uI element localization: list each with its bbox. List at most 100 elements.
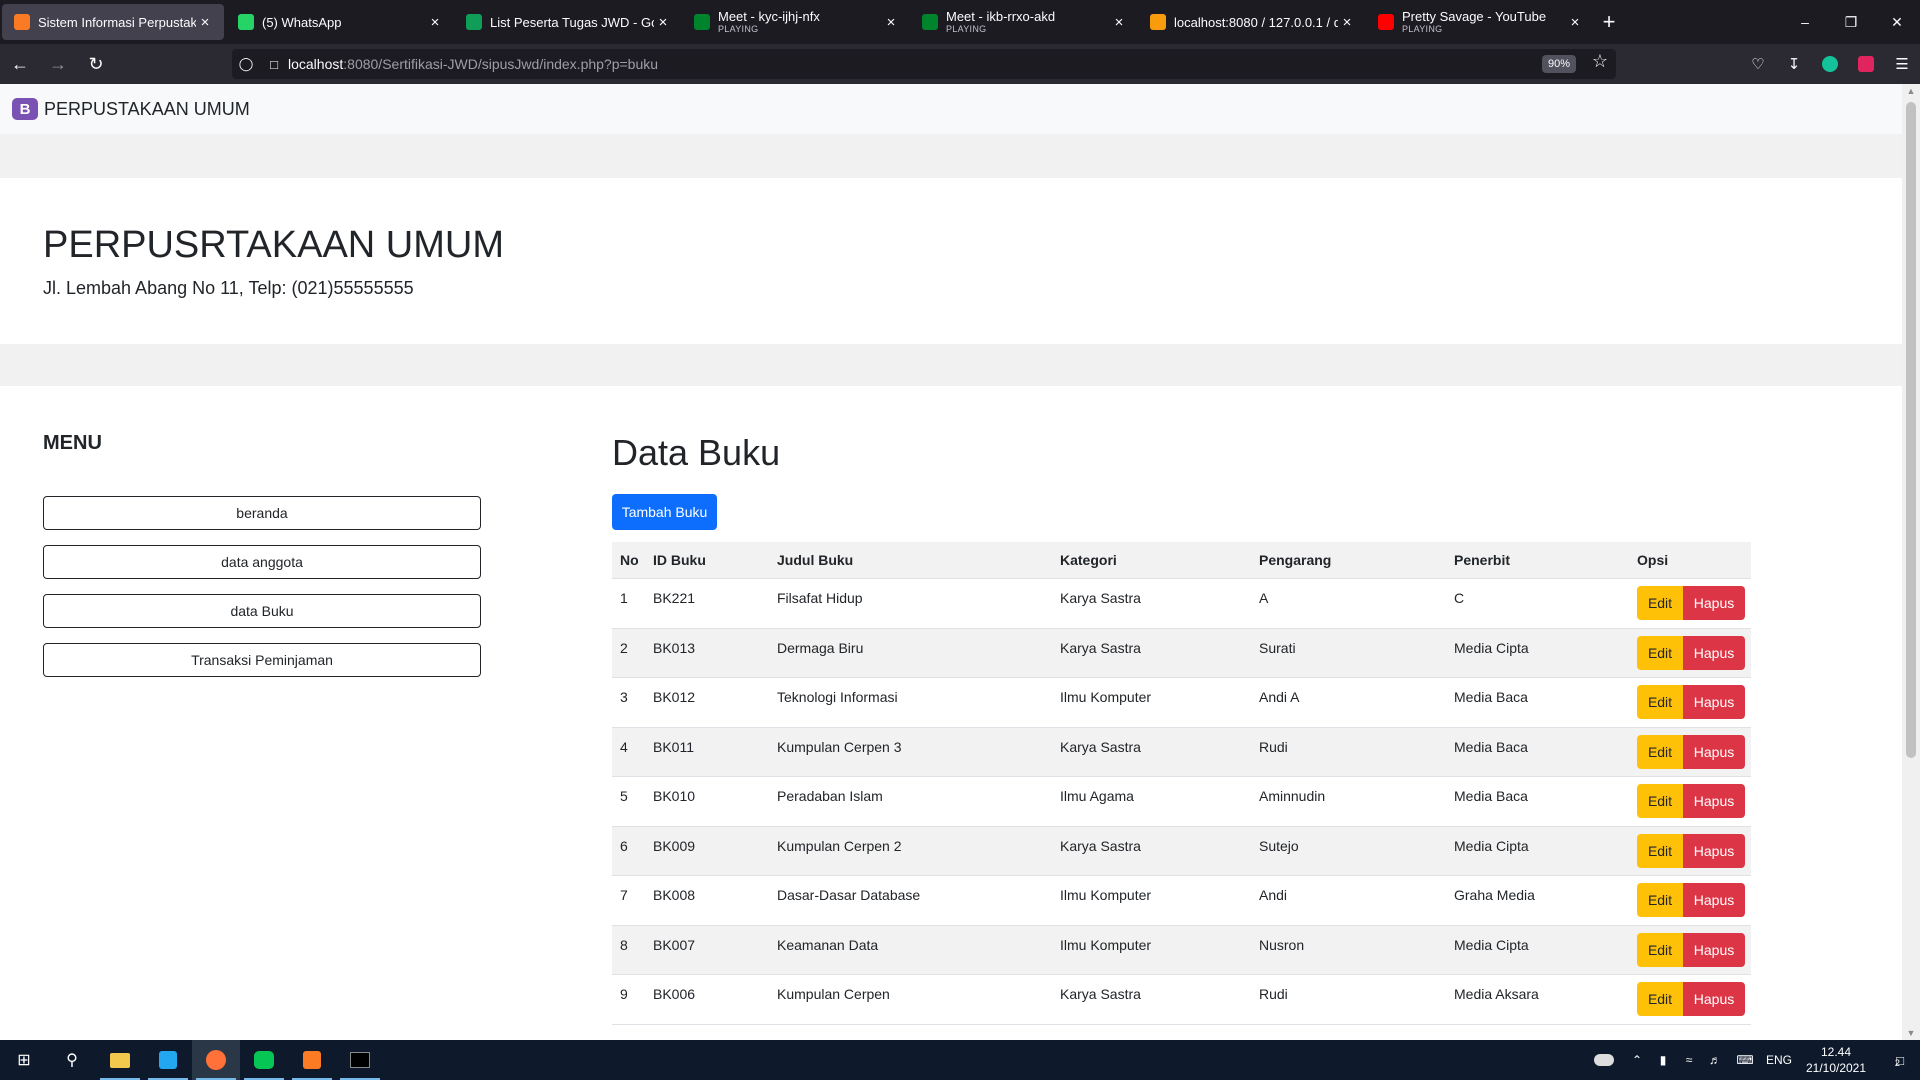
onedrive-icon[interactable] (1584, 1054, 1624, 1066)
delete-button[interactable]: Hapus (1683, 883, 1745, 917)
tab-label: Sistem Informasi Perpustakaan (38, 15, 196, 30)
grammarly-icon[interactable] (1812, 44, 1848, 84)
edit-button[interactable]: Edit (1637, 734, 1683, 769)
tab-title: Pretty Savage - YouTube (1402, 9, 1547, 24)
firefox-icon[interactable] (192, 1040, 240, 1080)
cell-penerbit: C (1454, 590, 1465, 606)
tab-label: localhost:8080 / 127.0.0.1 / dbp (1174, 15, 1338, 30)
cell-opsi: Edit Hapus (1629, 629, 1751, 678)
chevron-up-icon[interactable]: ⌃ (1624, 1053, 1650, 1067)
edit-button[interactable]: Edit (1637, 685, 1683, 719)
browser-tab[interactable]: localhost:8080 / 127.0.0.1 / dbp × (1138, 0, 1366, 44)
edit-button[interactable]: Edit (1637, 883, 1683, 917)
browser-tab[interactable]: Meet - kyc-ijhj-nfx PLAYING × (682, 0, 910, 44)
cell-opsi: Edit Hapus (1629, 827, 1751, 876)
edit-button[interactable]: Edit (1637, 833, 1683, 868)
close-window-button[interactable]: ✕ (1874, 0, 1920, 44)
close-tab-icon[interactable]: × (1566, 14, 1584, 31)
close-tab-icon[interactable]: × (1338, 14, 1356, 31)
add-book-button[interactable]: Tambah Buku (612, 494, 717, 530)
restore-button[interactable]: ❐ (1828, 0, 1874, 44)
language-indicator[interactable]: ENG (1762, 1053, 1796, 1067)
bootstrap-logo-icon[interactable]: B (12, 98, 38, 120)
cell-id: BK010 (653, 788, 696, 804)
menu-item-button[interactable]: Transaksi Peminjaman (43, 643, 481, 677)
browser-tab[interactable]: Meet - ikb-rrxo-akd PLAYING × (910, 0, 1138, 44)
browser-tab[interactable]: List Peserta Tugas JWD - Google× (454, 0, 682, 44)
wifi-icon[interactable]: ≈ (1676, 1053, 1702, 1067)
edit-button[interactable]: Edit (1637, 932, 1683, 967)
minimize-button[interactable]: – (1782, 0, 1828, 44)
cell-judul: Kumpulan Cerpen (777, 986, 890, 1002)
menu-item-button[interactable]: data anggota (43, 545, 481, 579)
keyboard-icon[interactable]: ⌨ (1728, 1053, 1762, 1067)
close-tab-icon[interactable]: × (426, 14, 444, 31)
menu-item-button[interactable]: beranda (43, 496, 481, 530)
delete-button[interactable]: Hapus (1683, 982, 1745, 1016)
edit-button[interactable]: Edit (1637, 784, 1683, 818)
edit-button[interactable]: Edit (1637, 635, 1683, 670)
delete-button[interactable]: Hapus (1683, 932, 1745, 967)
page-scrollbar[interactable]: ▲ ▼ (1902, 84, 1920, 1040)
file-explorer-icon[interactable] (96, 1040, 144, 1080)
tab-title: Sistem Informasi Perpustakaan (38, 14, 196, 30)
reload-icon[interactable]: ↻ (78, 48, 114, 80)
hamburger-menu-icon[interactable]: ☰ (1884, 44, 1920, 84)
forward-icon[interactable]: → (40, 48, 76, 80)
meet-icon (922, 14, 938, 30)
close-tab-icon[interactable]: × (1110, 14, 1128, 31)
cell-judul: Filsafat Hidup (777, 590, 863, 606)
zoom-level[interactable]: 90% (1541, 55, 1576, 73)
browser-tab[interactable]: Pretty Savage - YouTube PLAYING × (1366, 0, 1594, 44)
cell-id: BK221 (653, 590, 696, 606)
site-navbar: B PERPUSTAKAAN UMUM (0, 84, 1902, 134)
close-tab-icon[interactable]: × (196, 14, 214, 31)
tab-label: Meet - ikb-rrxo-akd PLAYING (946, 9, 1110, 35)
download-icon[interactable]: ↧ (1776, 44, 1812, 84)
navbar-brand[interactable]: PERPUSTAKAAN UMUM (44, 99, 250, 120)
delete-button[interactable]: Hapus (1683, 833, 1745, 868)
delete-button[interactable]: Hapus (1683, 586, 1745, 620)
battery-icon[interactable]: ▮ (1650, 1053, 1676, 1067)
bookmark-star-icon[interactable]: ☆ (1592, 51, 1608, 72)
edit-button[interactable]: Edit (1637, 586, 1683, 620)
delete-button[interactable]: Hapus (1683, 784, 1745, 818)
cell-id: BK013 (653, 639, 696, 656)
browser-tab[interactable]: (5) WhatsApp × (226, 0, 454, 44)
page-icon[interactable]: □ (260, 57, 288, 72)
meet-icon (694, 14, 710, 30)
new-tab-button[interactable]: + (1594, 0, 1624, 44)
delete-button[interactable]: Hapus (1683, 734, 1745, 769)
xampp-icon[interactable] (288, 1040, 336, 1080)
edit-button[interactable]: Edit (1637, 982, 1683, 1016)
pocket-icon[interactable]: ♡ (1740, 44, 1776, 84)
clock[interactable]: 12.44 21/10/2021 (1796, 1044, 1876, 1076)
whatsapp-icon (238, 14, 254, 30)
notification-icon[interactable]: □ 2 (1876, 1052, 1920, 1069)
scroll-down-icon[interactable]: ▼ (1905, 1028, 1917, 1038)
windows-start-icon[interactable]: ⊞ (0, 1040, 48, 1080)
back-icon[interactable]: ← (2, 48, 38, 80)
phpmyadmin-icon (1150, 14, 1166, 30)
volume-icon[interactable]: ♬ (1702, 1053, 1728, 1067)
close-tab-icon[interactable]: × (654, 14, 672, 31)
menu-item-button[interactable]: data Buku (43, 594, 481, 628)
site-header: PERPUSRTAKAAN UMUM Jl. Lembah Abang No 1… (0, 178, 1902, 344)
browser-tab[interactable]: Sistem Informasi Perpustakaan× (2, 4, 224, 40)
delete-button[interactable]: Hapus (1683, 685, 1745, 719)
search-icon[interactable]: ⚲ (48, 1040, 96, 1080)
line-icon[interactable] (240, 1040, 288, 1080)
cell-id: BK009 (653, 837, 696, 854)
vscode-icon[interactable] (144, 1040, 192, 1080)
shield-icon[interactable]: ◯ (232, 56, 260, 72)
header-col-no: No (620, 552, 639, 568)
terminal-icon[interactable] (336, 1040, 384, 1080)
scroll-thumb[interactable] (1906, 102, 1916, 758)
scroll-up-icon[interactable]: ▲ (1905, 86, 1917, 96)
close-tab-icon[interactable]: × (882, 14, 900, 31)
site-title: PERPUSRTAKAAN UMUM (43, 224, 504, 266)
extension-icon[interactable] (1848, 44, 1884, 84)
header-col-opsi: Opsi (1637, 552, 1669, 568)
delete-button[interactable]: Hapus (1683, 635, 1745, 670)
url-bar[interactable]: ◯ □ localhost:8080/Sertifikasi-JWD/sipus… (232, 49, 1616, 79)
